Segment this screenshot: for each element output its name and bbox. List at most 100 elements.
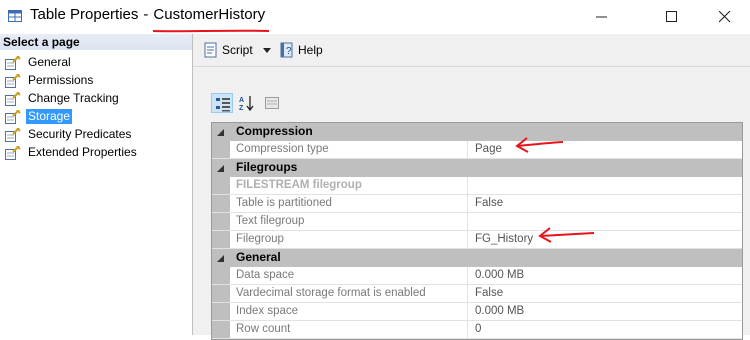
wrench-page-icon: [5, 110, 21, 124]
page-item-permissions[interactable]: Permissions: [0, 72, 192, 90]
maximize-button[interactable]: [652, 4, 692, 30]
page-item-label: Extended Properties: [28, 145, 137, 159]
close-icon: [719, 11, 731, 23]
page-item-storage[interactable]: Storage: [0, 108, 192, 126]
select-page-panel: Select a page General Permissions Change…: [0, 34, 193, 335]
category-general[interactable]: General: [212, 249, 742, 267]
category-label: Compression: [236, 124, 313, 138]
wrench-page-icon: [5, 128, 21, 142]
property-pages-button[interactable]: [261, 93, 283, 113]
property-value[interactable]: [469, 177, 742, 194]
property-value[interactable]: 0.000 MB: [469, 303, 742, 320]
table-icon: [8, 10, 22, 22]
close-button[interactable]: [705, 4, 745, 30]
wrench-page-icon: [5, 146, 21, 160]
property-row-row-count[interactable]: Row count 0: [212, 321, 742, 339]
collapse-icon[interactable]: [216, 164, 225, 173]
help-button[interactable]: ? Help: [279, 42, 323, 58]
page-item-general[interactable]: General: [0, 54, 192, 72]
category-label: General: [236, 250, 281, 264]
property-value[interactable]: Page: [469, 141, 742, 158]
property-pages-icon: [265, 97, 279, 109]
row-margin: [212, 195, 230, 212]
page-item-label: Storage: [26, 109, 73, 124]
select-page-header: Select a page: [0, 34, 192, 50]
property-name: Text filegroup: [230, 213, 468, 230]
collapse-icon[interactable]: [216, 128, 225, 137]
chevron-down-icon[interactable]: [262, 47, 271, 53]
property-name: FILESTREAM filegroup: [230, 177, 468, 194]
svg-text:?: ?: [286, 46, 292, 57]
row-margin: [212, 285, 230, 302]
row-margin: [212, 267, 230, 284]
sort-az-icon: A Z: [239, 96, 254, 111]
property-name: Table is partitioned: [230, 195, 468, 212]
property-row-table-is-partitioned[interactable]: Table is partitioned False: [212, 195, 742, 213]
wrench-page-icon: [5, 56, 21, 70]
page-item-security-predicates[interactable]: Security Predicates: [0, 126, 192, 144]
property-value[interactable]: 0.000 MB: [469, 267, 742, 284]
page-item-label: Change Tracking: [28, 91, 119, 105]
toolbar: Script ? Help: [193, 34, 750, 67]
row-margin: [212, 141, 230, 158]
page-item-label: General: [28, 55, 71, 69]
window-title-prefix: Table Properties: [30, 6, 139, 23]
properties-panel: Script ? Help A Z Compression Compressio…: [193, 34, 750, 340]
maximize-icon: [666, 11, 677, 22]
row-margin: [212, 321, 230, 338]
property-row-filegroup[interactable]: Filegroup FG_History: [212, 231, 742, 249]
row-margin: [212, 231, 230, 248]
categorized-icon: [216, 98, 230, 112]
property-name: Data space: [230, 267, 468, 284]
minimize-icon: [596, 16, 607, 18]
page-item-label: Security Predicates: [28, 127, 132, 141]
red-arrow-annotation: [538, 227, 595, 243]
help-icon: ?: [280, 42, 293, 58]
script-button-label: Script: [222, 43, 253, 57]
window-title-object: CustomerHistory: [153, 6, 266, 23]
window-title: Table Properties - CustomerHistory: [30, 6, 265, 23]
property-row-filestream-filegroup[interactable]: FILESTREAM filegroup: [212, 177, 742, 195]
svg-text:A: A: [239, 97, 244, 104]
property-grid-toolbar: A Z: [211, 92, 286, 114]
minimize-button[interactable]: [582, 4, 622, 30]
property-row-index-space[interactable]: Index space 0.000 MB: [212, 303, 742, 321]
property-value[interactable]: [469, 213, 742, 230]
property-value[interactable]: 0: [469, 321, 742, 338]
property-row-data-space[interactable]: Data space 0.000 MB: [212, 267, 742, 285]
script-icon: [204, 42, 217, 58]
category-label: Filegroups: [236, 160, 298, 174]
svg-text:Z: Z: [239, 105, 244, 111]
property-name: Row count: [230, 321, 468, 338]
property-value[interactable]: FG_History: [469, 231, 742, 248]
window-title-separator: -: [143, 6, 149, 23]
script-button[interactable]: Script: [203, 42, 271, 58]
page-list: General Permissions Change Tracking Stor…: [0, 54, 192, 162]
title-bar: Table Properties - CustomerHistory: [0, 0, 750, 34]
property-row-text-filegroup[interactable]: Text filegroup: [212, 213, 742, 231]
alphabetical-button[interactable]: A Z: [236, 93, 258, 113]
property-value[interactable]: False: [469, 195, 742, 212]
property-name: Vardecimal storage format is enabled: [230, 285, 468, 302]
red-arrow-annotation: [515, 137, 564, 153]
property-grid: Compression Compression type Page Filegr…: [211, 122, 743, 340]
property-name: Index space: [230, 303, 468, 320]
help-button-label: Help: [298, 43, 323, 57]
wrench-page-icon: [5, 92, 21, 106]
page-item-extended-properties[interactable]: Extended Properties: [0, 144, 192, 162]
category-compression[interactable]: Compression: [212, 123, 742, 141]
property-name: Filegroup: [230, 231, 468, 248]
property-row-compression-type[interactable]: Compression type Page: [212, 141, 742, 159]
page-item-label: Permissions: [28, 73, 94, 87]
wrench-page-icon: [5, 74, 21, 88]
row-margin: [212, 213, 230, 230]
category-filegroups[interactable]: Filegroups: [212, 159, 742, 177]
categorized-button[interactable]: [211, 93, 233, 113]
property-row-vardecimal[interactable]: Vardecimal storage format is enabled Fal…: [212, 285, 742, 303]
page-item-change-tracking[interactable]: Change Tracking: [0, 90, 192, 108]
property-value[interactable]: False: [469, 285, 742, 302]
select-page-header-label: Select a page: [3, 35, 80, 49]
row-margin: [212, 177, 230, 194]
row-margin: [212, 303, 230, 320]
collapse-icon[interactable]: [216, 254, 225, 263]
